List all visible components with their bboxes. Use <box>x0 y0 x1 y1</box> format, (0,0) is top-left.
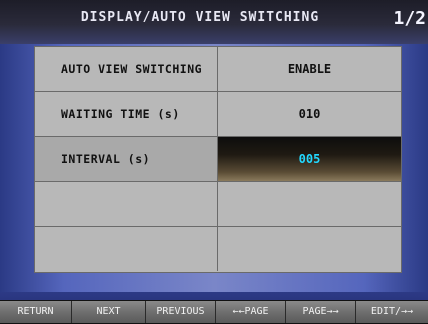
settings-table: AUTO VIEW SWITCHING ENABLE WAITING TIME … <box>34 46 402 273</box>
return-button[interactable]: RETURN <box>0 301 72 323</box>
setting-label: AUTO VIEW SWITCHING <box>35 47 218 91</box>
setting-row-empty <box>35 182 401 227</box>
page-back-button[interactable]: ←←PAGE <box>216 301 286 323</box>
page-indicator: 1/2 <box>393 8 426 29</box>
setting-row-empty <box>35 227 401 272</box>
edit-button[interactable]: EDIT/→→ <box>356 301 428 323</box>
setting-label <box>35 227 218 271</box>
setting-row-waiting-time[interactable]: WAITING TIME (s) 010 <box>35 92 401 137</box>
setting-row-auto-view-switching[interactable]: AUTO VIEW SWITCHING ENABLE <box>35 47 401 92</box>
title-bar: DISPLAY/AUTO VIEW SWITCHING 1/2 <box>0 0 428 44</box>
setting-label: WAITING TIME (s) <box>35 92 218 136</box>
setting-label: INTERVAL (s) <box>35 137 218 181</box>
setting-value-selected[interactable]: 005 <box>218 137 401 181</box>
setting-value[interactable]: ENABLE <box>218 47 401 91</box>
setting-row-interval[interactable]: INTERVAL (s) 005 <box>35 137 401 182</box>
previous-button[interactable]: PREVIOUS <box>146 301 216 323</box>
settings-panel: AUTO VIEW SWITCHING ENABLE WAITING TIME … <box>0 44 428 292</box>
next-button[interactable]: NEXT <box>72 301 146 323</box>
setting-value[interactable]: 010 <box>218 92 401 136</box>
setting-label <box>35 182 218 226</box>
setting-value <box>218 227 401 271</box>
page-forward-button[interactable]: PAGE→→ <box>286 301 356 323</box>
setting-value <box>218 182 401 226</box>
function-key-bar: RETURN NEXT PREVIOUS ←←PAGE PAGE→→ EDIT/… <box>0 300 428 324</box>
page-title: DISPLAY/AUTO VIEW SWITCHING <box>80 10 320 25</box>
